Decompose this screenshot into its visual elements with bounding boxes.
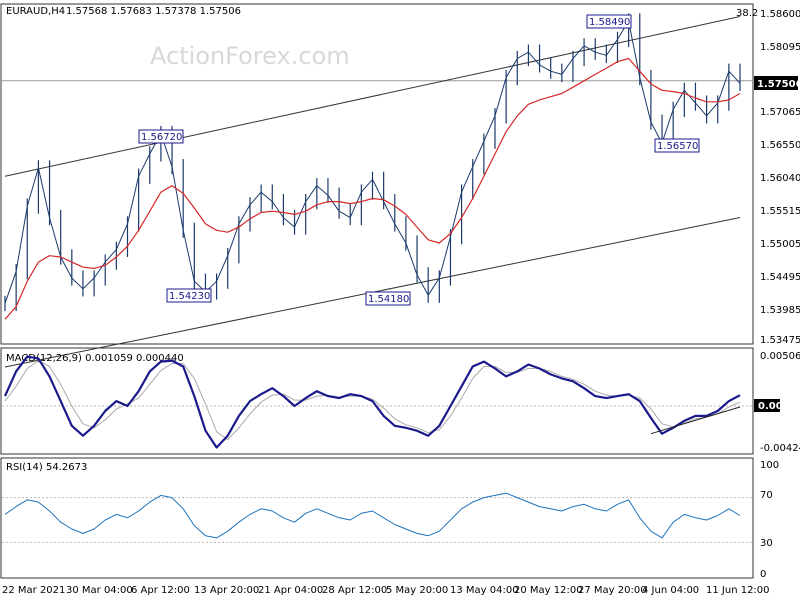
price-tick: 1.55005 xyxy=(760,239,800,250)
watermark: ActionForex.com xyxy=(150,42,350,70)
x-tick: 27 May 20:00 xyxy=(578,585,647,596)
x-tick: 28 Apr 12:00 xyxy=(322,585,387,596)
macd-tick: -0.004248 xyxy=(760,443,800,454)
annotation-3: 1.54180 xyxy=(365,291,411,306)
annotation-5-text: 1.56570 xyxy=(657,141,698,152)
x-tick: 20 May 12:00 xyxy=(514,585,583,596)
current-price-label: 1.57506 xyxy=(757,79,800,90)
chart-ohlc: 1.57568 1.57683 1.57378 1.57506 xyxy=(66,6,241,17)
price-tick: 1.55515 xyxy=(760,206,800,217)
price-tick: 1.56550 xyxy=(760,140,800,151)
x-tick: 22 Mar 2021 xyxy=(2,585,65,596)
price-tick: 1.53475 xyxy=(760,335,800,346)
annotation-5: 1.56570 xyxy=(654,138,700,153)
x-tick: 30 Mar 04:00 xyxy=(66,585,133,596)
annotation-3-text: 1.54180 xyxy=(368,294,409,305)
price-tick: 1.58600 xyxy=(760,9,800,20)
annotation-4-text: 1.58490 xyxy=(589,17,630,28)
chart-symbol: EURAUD,H4 xyxy=(6,6,65,17)
x-tick: 13 May 04:00 xyxy=(450,585,519,596)
price-tick: 1.53985 xyxy=(760,305,800,316)
rsi-tick: 70 xyxy=(760,490,773,501)
rsi-tick: 30 xyxy=(760,538,773,549)
x-tick: 5 May 20:00 xyxy=(386,585,448,596)
annotation-1: 1.56720 xyxy=(138,129,184,144)
x-tick: 4 Jun 04:00 xyxy=(642,585,699,596)
forex-chart: EURAUD,H4 1.57568 1.57683 1.57378 1.5750… xyxy=(0,3,800,596)
macd-current-label: 0.00 xyxy=(758,401,783,412)
price-tick: 1.57065 xyxy=(760,107,800,118)
annotation-2-text: 1.54230 xyxy=(169,291,210,302)
x-tick: 6 Apr 12:00 xyxy=(131,585,190,596)
macd-tick: 0.005062 xyxy=(760,351,800,362)
price-tick: 1.58095 xyxy=(760,42,800,53)
annotation-1-text: 1.56720 xyxy=(141,132,182,143)
annotation-2: 1.54230 xyxy=(166,288,212,303)
price-axis: 1.58600 1.58095 1.57065 1.56550 1.56040 … xyxy=(754,9,800,346)
rsi-label: RSI(14) 54.2673 xyxy=(6,462,87,473)
rsi-tick: 0 xyxy=(760,569,766,580)
price-tick: 1.54495 xyxy=(760,272,800,283)
annotation-4: 1.58490 xyxy=(586,14,632,29)
rsi-tick: 100 xyxy=(760,460,779,471)
x-tick: 21 Apr 04:00 xyxy=(258,585,323,596)
price-tick: 1.56040 xyxy=(760,173,800,184)
fib-label: 38.2 xyxy=(736,8,758,19)
x-tick: 13 Apr 20:00 xyxy=(194,585,259,596)
x-tick: 11 Jun 12:00 xyxy=(706,585,770,596)
x-axis: 22 Mar 2021 30 Mar 04:00 6 Apr 12:00 13 … xyxy=(2,585,770,596)
